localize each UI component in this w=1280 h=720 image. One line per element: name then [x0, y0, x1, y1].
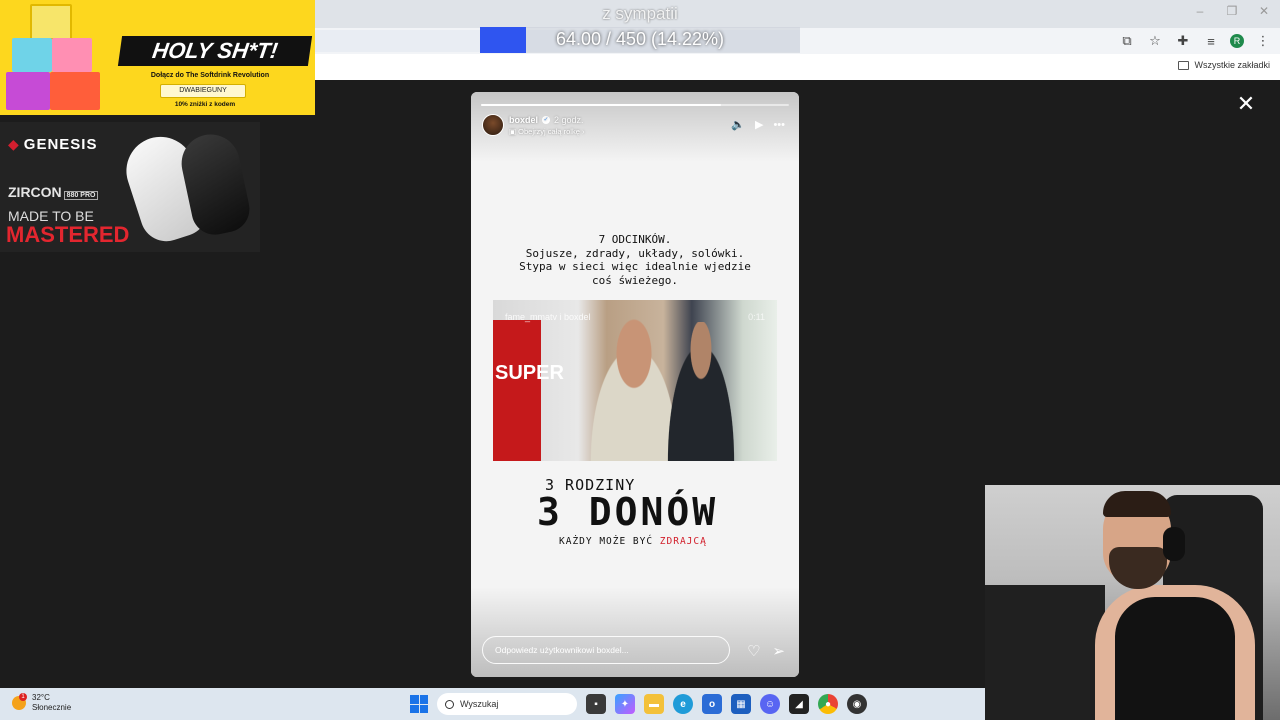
taskbar-apps: Wyszukaj ▪ ✦ ▬ e o ▦ ☺ ◢ ● ◉ [410, 693, 867, 715]
clip-sign-text: SUPER [495, 362, 564, 384]
genesis-ad: ◆ GENESIS ZIRCON 880 PRO MADE TO BE MASTE… [0, 122, 260, 252]
traitor-prefix: KAŻDY MOŻE BYĆ [559, 536, 660, 547]
story-progress-fill [481, 104, 722, 106]
play-icon[interactable]: ▶ [755, 118, 763, 131]
discount-code: DWABIEGUNY [160, 84, 246, 98]
genesis-logo-icon: ◆ [8, 136, 20, 152]
like-heart-icon[interactable]: ♡ [747, 642, 760, 660]
ad-tagline-accent: MASTERED [6, 222, 130, 247]
task-view-icon[interactable]: ▪ [586, 694, 606, 714]
menu-kebab-icon[interactable]: ⋮ [1254, 32, 1272, 50]
more-options-icon[interactable]: ••• [773, 119, 785, 131]
all-bookmarks-button[interactable]: Wszystkie zakładki [1178, 60, 1270, 70]
donation-goal-text: 64.00 / 450 (14.22%) [555, 29, 725, 49]
caption-line: Sojusze, zdrady, układy, solówki. [525, 246, 745, 260]
product-boxes-image [6, 4, 106, 112]
story-avatar[interactable] [482, 114, 504, 136]
windows-taskbar: 1 32°C Słonecznie Wyszukaj ▪ ✦ ▬ e o ▦ ☺… [0, 688, 985, 720]
bookmarks-bar: Wszystkie zakładki [315, 54, 1280, 80]
story-controls: 🔈 ▶ ••• [731, 118, 785, 132]
reel-icon: ▣ [509, 127, 519, 136]
overlay-title: z sympatii [602, 4, 678, 23]
sun-icon: 1 [12, 693, 27, 710]
bookmark-star-icon[interactable]: ☆ [1146, 32, 1164, 50]
product-model: ZIRCON 880 PRO [8, 184, 99, 200]
taskbar-search[interactable]: Wyszukaj [437, 693, 577, 715]
file-explorer-icon[interactable]: ▬ [644, 694, 664, 714]
donation-goal-bar: 64.00 / 450 (14.22%) [480, 27, 800, 53]
window-controls: – ❐ ✕ [1190, 4, 1274, 18]
copilot-icon[interactable]: ✦ [615, 694, 635, 714]
webcam-person-beard [1109, 547, 1167, 589]
chevron-right-icon: › [579, 127, 585, 136]
clip-background-sign: SUPER [493, 320, 564, 461]
model-name: ZIRCON [8, 184, 62, 200]
webcam-person-hair [1103, 491, 1171, 517]
maximize-button[interactable]: ❐ [1222, 4, 1242, 18]
ad-subline: Dołącz do The Softdrink Revolution [150, 72, 270, 79]
weather-temperature: 32°C [32, 693, 50, 702]
title-bar: – ❐ ✕ [315, 0, 1280, 28]
clip-duration: 0:11 [748, 312, 765, 322]
edge-icon[interactable]: e [673, 694, 693, 714]
caption-line: 7 ODCINKÓW. [598, 233, 672, 246]
share-send-icon[interactable]: ➢ [772, 642, 785, 660]
store-icon[interactable]: ▦ [731, 694, 751, 714]
story-heading-traitor: KAŻDY MOŻE BYĆ ZDRAJCĄ [559, 536, 707, 547]
headset-icon [1163, 527, 1185, 561]
toolbar-icons: ⧉ ☆ ✚ ≡ R ⋮ [1118, 32, 1272, 50]
caption-line: coś świeżego. [591, 273, 679, 287]
weather-text: 32°C Słonecznie [32, 693, 71, 713]
caption-line: Stypa w sieci więc idealnie wjedzie [519, 260, 751, 273]
streaming-app-icon[interactable]: ◢ [789, 694, 809, 714]
taskbar-search-label: Wyszukaj [460, 699, 499, 709]
outlook-icon[interactable]: o [702, 694, 722, 714]
webcam-feed [985, 485, 1280, 720]
model-badge: 880 PRO [63, 191, 99, 200]
all-bookmarks-label: Wszystkie zakładki [1194, 60, 1270, 70]
obs-icon[interactable]: ◉ [847, 694, 867, 714]
story-actions: ♡ ➢ [747, 642, 785, 660]
story-progress-bar [481, 104, 789, 106]
close-story-icon[interactable]: ✕ [1236, 93, 1256, 115]
story-reply-input[interactable] [482, 636, 730, 664]
clip-label: fame_mmatv i boxdel [505, 312, 591, 322]
story-heading-dons: 3 DONÓW [537, 490, 719, 534]
close-window-button[interactable]: ✕ [1254, 4, 1274, 18]
genesis-brand: ◆ GENESIS [8, 136, 97, 153]
folder-icon [1178, 60, 1190, 70]
search-icon [445, 699, 454, 709]
brand-name: GENESIS [23, 136, 98, 153]
webcam-person-shirt [1115, 597, 1235, 720]
reel-link-label: Obejrzyj całą rolkę [518, 127, 580, 136]
media-controls-icon[interactable]: ≡ [1202, 32, 1220, 50]
weather-badge: 1 [19, 693, 27, 701]
install-app-icon[interactable]: ⧉ [1118, 32, 1136, 50]
watch-reel-link[interactable]: ▣ Obejrzyj całą rolkę › [509, 127, 584, 136]
story-viewer: boxdel ✓ 2 godz. ▣ Obejrzyj całą rolkę ›… [471, 92, 799, 677]
minimize-button[interactable]: – [1190, 4, 1210, 18]
story-header: boxdel ✓ 2 godz. [509, 115, 584, 125]
story-video-clip[interactable]: SUPER fame_mmatv i boxdel 0:11 [493, 300, 777, 461]
verified-badge-icon: ✓ [542, 116, 551, 124]
extensions-icon[interactable]: ✚ [1174, 32, 1192, 50]
story-username[interactable]: boxdel [509, 115, 538, 125]
clip-person [661, 322, 741, 461]
chrome-icon[interactable]: ● [818, 694, 838, 714]
discord-icon[interactable]: ☺ [760, 694, 780, 714]
softdrink-ad: HOLY SH*T! Dołącz do The Softdrink Revol… [0, 0, 315, 115]
windows-start-icon[interactable] [410, 695, 428, 713]
weather-widget[interactable]: 1 32°C Słonecznie [12, 693, 71, 713]
weather-condition: Słonecznie [32, 703, 72, 712]
story-time: 2 godz. [554, 115, 584, 125]
mute-icon[interactable]: 🔈 [731, 118, 745, 131]
story-caption: 7 ODCINKÓW. Sojusze, zdrady, układy, sol… [485, 233, 785, 287]
webcam-desk [985, 585, 1105, 720]
discount-text: 10% zniżki z kodem [174, 101, 236, 108]
traitor-accent: ZDRAJCĄ [659, 536, 707, 547]
profile-avatar[interactable]: R [1230, 34, 1244, 48]
ad-headline: HOLY SH*T! [117, 36, 313, 66]
